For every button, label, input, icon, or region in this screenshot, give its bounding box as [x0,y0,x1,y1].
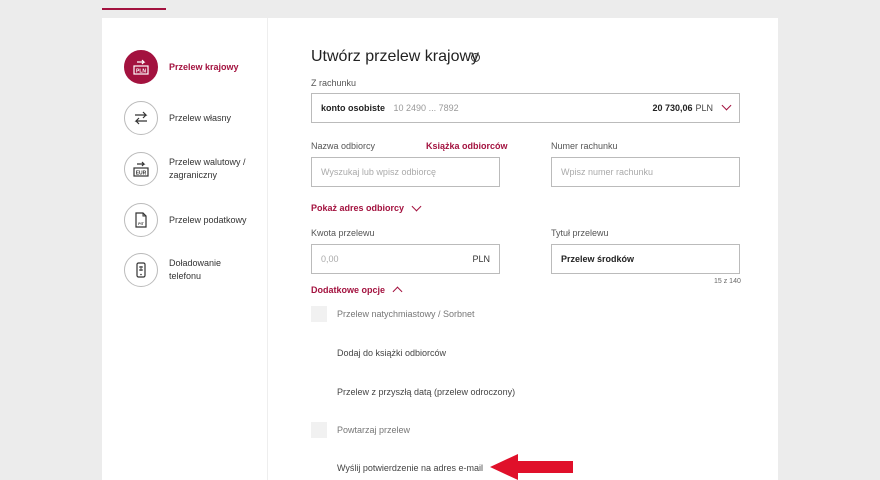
account-currency: PLN [695,103,713,113]
additional-options-toggle[interactable]: Dodatkowe opcje [311,285,402,297]
red-arrow-annotation [490,454,573,480]
instant-transfer-checkbox[interactable] [311,306,327,322]
transfer-card: PLN Przelew krajowy Przelew własny EUR P… [102,18,778,480]
account-number-input[interactable]: Wpisz numer rachunku [551,157,740,187]
recipient-label: Nazwa odbiorcy [311,141,376,151]
svg-text:PLN: PLN [136,69,146,75]
svg-text:PIT: PIT [138,222,144,226]
option-repeat-transfer[interactable]: Powtarzaj przelew [311,422,410,438]
option-email-confirmation[interactable]: Wyślij potwierdzenie na adres e-mail [311,460,483,476]
sidebar-item-domestic-transfer[interactable]: PLN Przelew krajowy [124,50,253,84]
amount-input[interactable]: 0,00 PLN [311,244,500,274]
sidebar-item-label: Przelew krajowy [169,61,239,72]
repeat-transfer-checkbox[interactable] [311,422,327,438]
option-instant-transfer[interactable]: Przelew natychmiastowy / Sorbnet [311,306,475,322]
account-name: konto osobiste [321,103,386,113]
future-date-checkbox[interactable] [311,384,327,400]
account-number-label: Numer rachunku [551,141,618,151]
sidebar-item-own-transfer[interactable]: Przelew własny [124,101,253,135]
tax-document-icon: PIT [124,203,158,237]
add-to-address-book-checkbox[interactable] [311,345,327,361]
account-number: 10 2490 ... 7892 [393,103,459,113]
show-address-toggle[interactable]: Pokaż adres odbiorcy [311,201,422,213]
email-confirmation-checkbox[interactable] [311,460,327,476]
eur-transfer-icon: EUR [124,152,158,186]
amount-currency: PLN [472,254,490,264]
sidebar-item-label: Przelew podatkowy [169,214,247,225]
from-account-select[interactable]: konto osobiste 10 2490 ... 7892 20 730,0… [311,93,740,123]
sidebar-item-currency-transfer[interactable]: EUR Przelew walutowy / zagraniczny [124,152,253,186]
active-nav-indicator [102,8,166,10]
account-balance: 20 730,06 [652,103,693,113]
phone-topup-icon [124,253,158,287]
transfer-title-input[interactable]: Przelew środków [551,244,740,274]
option-add-to-address-book[interactable]: Dodaj do książki odbiorców [311,345,446,361]
chevron-up-icon [392,286,402,297]
sidebar-item-phone-topup[interactable]: Doładowanie telefonu [124,253,253,287]
own-transfer-icon [124,101,158,135]
transfer-title-label: Tytuł przelewu [551,228,609,238]
sidebar-item-label: Przelew walutowy / zagraniczny [169,157,246,180]
info-icon[interactable]: i [471,53,480,62]
title-char-counter: 15 z 140 [714,278,741,285]
sidebar-item-label: Przelew własny [169,112,232,123]
chevron-down-icon [411,201,422,212]
address-book-link[interactable]: Książka odbiorców [426,141,508,151]
transfer-type-sidebar: PLN Przelew krajowy Przelew własny EUR P… [102,18,268,480]
from-account-label: Z rachunku [311,78,357,88]
amount-label: Kwota przelewu [311,228,375,238]
option-future-date[interactable]: Przelew z przyszłą datą (przelew odroczo… [311,384,515,400]
chevron-down-icon [721,100,732,111]
sidebar-item-tax-transfer[interactable]: PIT Przelew podatkowy [124,203,253,237]
sidebar-item-label: Doładowanie telefonu [169,258,222,281]
pln-transfer-icon: PLN [124,50,158,84]
svg-text:EUR: EUR [136,171,147,177]
recipient-input[interactable]: Wyszukaj lub wpisz odbiorcę [311,157,500,187]
page-title: Utwórz przelew krajowy [311,48,480,65]
